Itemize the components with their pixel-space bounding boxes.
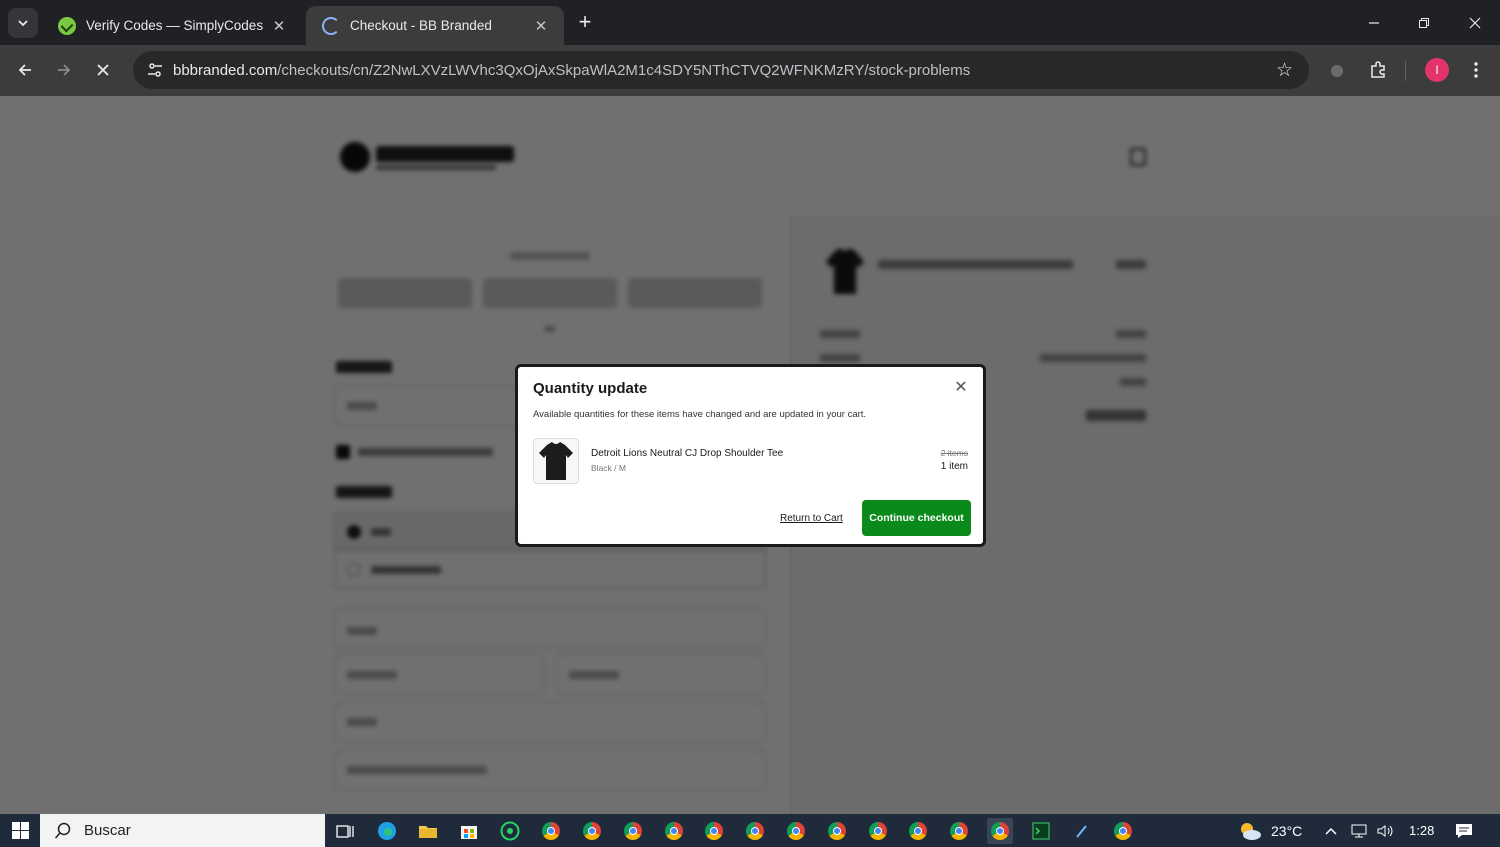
close-icon[interactable]: ✕ [953, 380, 969, 396]
return-to-cart-link[interactable]: Return to Cart [780, 513, 843, 524]
store-icon[interactable] [456, 818, 482, 844]
minimize-button[interactable] [1349, 0, 1399, 45]
product-variant: Black / M [591, 463, 626, 473]
url-text[interactable]: bbbranded.com/checkouts/cn/Z2NwLXVzLWVhc… [173, 62, 970, 79]
extensions-menu-button[interactable] [1363, 55, 1393, 85]
start-button[interactable] [0, 814, 40, 847]
close-tab-icon[interactable]: ✕ [270, 17, 288, 35]
chrome-icon[interactable] [661, 818, 687, 844]
stop-loading-button[interactable] [88, 55, 118, 85]
tshirt-icon [539, 442, 573, 480]
browser-menu-button[interactable] [1461, 55, 1491, 85]
close-icon [1469, 17, 1481, 28]
extension-button[interactable] [1322, 55, 1352, 85]
dialog-description: Available quantities for these items hav… [533, 409, 867, 420]
loading-icon [322, 16, 340, 35]
url-host: bbbranded.com [173, 61, 278, 79]
close-icon [97, 64, 109, 76]
arrow-left-icon [18, 64, 31, 76]
chrome-icon[interactable] [905, 818, 931, 844]
simplycodes-icon [58, 16, 76, 35]
dialog-title: Quantity update [533, 380, 648, 397]
edge-icon[interactable] [374, 818, 400, 844]
continue-checkout-button[interactable]: Continue checkout [862, 500, 971, 536]
restore-icon [1419, 17, 1429, 28]
url-path: /checkouts/cn/Z2NwLXVzLWVhc3QxOjAxSkpaWl… [277, 61, 971, 79]
pen-icon[interactable] [1069, 818, 1095, 844]
browser-toolbar: bbbranded.com/checkouts/cn/Z2NwLXVzLWVhc… [0, 45, 1500, 96]
windows-taskbar: Buscar 23°C 1:28 [0, 814, 1500, 847]
quantity-update-dialog: Quantity update ✕ Available quantities f… [515, 364, 986, 547]
volume-icon[interactable] [1376, 814, 1396, 847]
clock[interactable]: 1:28 [1409, 814, 1434, 847]
file-explorer-icon[interactable] [415, 818, 441, 844]
temperature: 23°C [1271, 822, 1303, 839]
tune-icon [148, 63, 162, 77]
tab-title: Checkout - BB Branded [350, 18, 492, 33]
chrome-icon[interactable] [824, 818, 850, 844]
weather-cloud-icon [1241, 822, 1261, 840]
tab-search-button[interactable] [8, 8, 38, 38]
taskbar-search[interactable]: Buscar [40, 814, 325, 847]
toolbar-divider [1405, 61, 1406, 81]
forward-button[interactable] [49, 55, 79, 85]
tab-strip: Verify Codes — SimplyCodes ✕ Checkout - … [0, 0, 1500, 45]
old-quantity: 2 items [940, 448, 968, 458]
chrome-icon[interactable] [946, 818, 972, 844]
kebab-menu-icon [1474, 62, 1478, 78]
search-placeholder: Buscar [84, 822, 131, 839]
product-thumbnail [533, 438, 579, 484]
tab-simplycodes[interactable]: Verify Codes — SimplyCodes ✕ [42, 6, 302, 45]
minimize-icon [1369, 21, 1379, 24]
chrome-icon[interactable] [538, 818, 564, 844]
site-info-button[interactable] [137, 51, 173, 89]
whatsapp-icon[interactable] [497, 818, 523, 844]
notifications-icon[interactable] [1455, 814, 1473, 847]
chrome-icon[interactable] [783, 818, 809, 844]
close-window-button[interactable] [1450, 0, 1500, 45]
chrome-icon[interactable] [701, 818, 727, 844]
tab-title: Verify Codes — SimplyCodes [86, 18, 264, 33]
chevron-down-icon [18, 20, 28, 27]
chrome-icon[interactable] [742, 818, 768, 844]
chrome-icon[interactable] [579, 818, 605, 844]
new-tab-button[interactable]: + [573, 11, 597, 35]
bookmark-star-icon[interactable]: ☆ [1276, 59, 1293, 82]
profile-avatar[interactable]: I [1425, 58, 1449, 82]
terminal-icon[interactable] [1028, 818, 1054, 844]
chrome-icon[interactable] [865, 818, 891, 844]
chrome-icon[interactable] [1110, 818, 1136, 844]
tab-checkout[interactable]: Checkout - BB Branded ✕ [306, 6, 564, 45]
product-name: Detroit Lions Neutral CJ Drop Shoulder T… [591, 448, 784, 459]
puzzle-icon [1371, 61, 1385, 78]
search-icon [54, 822, 71, 839]
show-hidden-icons[interactable] [1324, 814, 1338, 847]
back-button[interactable] [10, 55, 40, 85]
windows-logo-icon [11, 822, 29, 839]
chrome-icon[interactable] [987, 818, 1013, 844]
restore-button[interactable] [1399, 0, 1449, 45]
network-icon[interactable] [1350, 814, 1368, 847]
new-quantity: 1 item [940, 461, 968, 472]
close-tab-icon[interactable]: ✕ [532, 17, 550, 35]
chrome-icon[interactable] [620, 818, 646, 844]
extension-puzzle-icon [1331, 65, 1343, 77]
arrow-right-icon [58, 64, 71, 76]
weather-widget[interactable]: 23°C [1237, 814, 1302, 847]
address-bar[interactable]: bbbranded.com/checkouts/cn/Z2NwLXVzLWVhc… [133, 51, 1309, 89]
task-view-icon[interactable] [332, 818, 358, 844]
chevron-up-icon [1325, 827, 1337, 835]
